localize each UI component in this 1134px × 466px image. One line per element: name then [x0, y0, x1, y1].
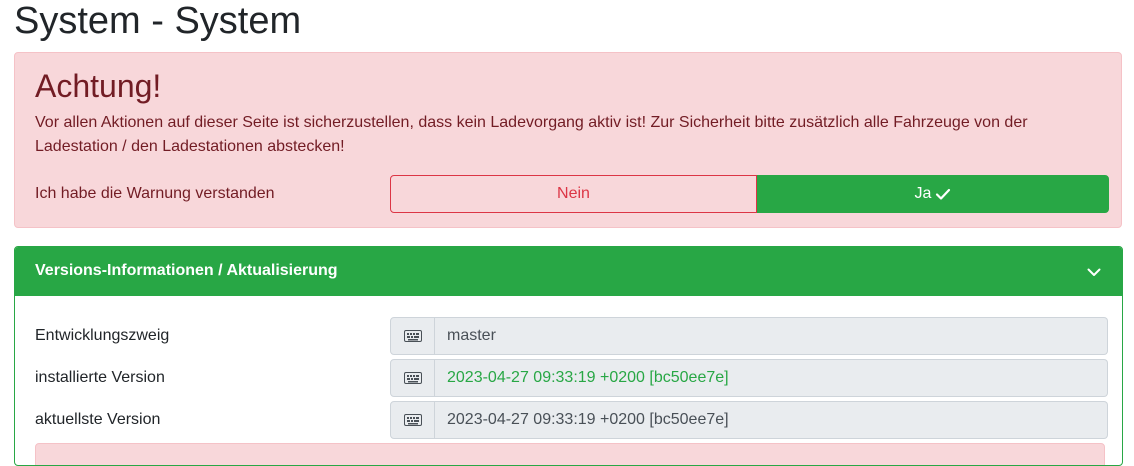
installed-version-label: installierte Version — [35, 369, 165, 386]
page-title: System - System — [14, 0, 302, 42]
versions-card-header[interactable]: Versions-Informationen / Aktualisierung — [15, 247, 1122, 296]
version-row-installed: installierte Version 2023-04-27 09:33:19… — [15, 359, 1122, 397]
branch-label: Entwicklungszweig — [35, 327, 170, 344]
installed-version-field[interactable]: 2023-04-27 09:33:19 +0200 [bc50ee7e] — [435, 359, 1108, 397]
installed-version-input-group: 2023-04-27 09:33:19 +0200 [bc50ee7e] — [390, 359, 1108, 397]
keyboard-icon — [390, 401, 435, 439]
warning-text: Vor allen Aktionen auf dieser Seite ist … — [35, 114, 1028, 155]
keyboard-icon — [390, 359, 435, 397]
warning-confirm-label: Ich habe die Warnung verstanden — [35, 185, 275, 202]
latest-version-label: aktuellste Version — [35, 411, 161, 428]
warning-heading: Achtung! — [35, 68, 162, 104]
versions-card-title: Versions-Informationen / Aktualisierung — [35, 262, 338, 279]
chevron-down-icon[interactable] — [1086, 264, 1102, 280]
no-button[interactable]: Nein — [390, 175, 757, 213]
warning-confirm-toggle: Nein Ja — [390, 175, 1109, 213]
branch-field[interactable]: master — [435, 317, 1108, 355]
checkmark-icon — [936, 188, 951, 200]
latest-version-field[interactable]: 2023-04-27 09:33:19 +0200 [bc50ee7e] — [435, 401, 1108, 439]
version-row-latest: aktuellste Version 2023-04-27 09:33:19 +… — [15, 401, 1122, 439]
version-row-branch: Entwicklungszweig master — [15, 317, 1122, 355]
branch-input-group: master — [390, 317, 1108, 355]
no-button-label: Nein — [557, 185, 590, 202]
update-alert — [35, 443, 1105, 465]
warning-alert: Achtung! Vor allen Aktionen auf dieser S… — [14, 52, 1122, 228]
latest-version-input-group: 2023-04-27 09:33:19 +0200 [bc50ee7e] — [390, 401, 1108, 439]
keyboard-icon — [390, 317, 435, 355]
yes-button[interactable]: Ja — [757, 175, 1109, 213]
versions-card: Versions-Informationen / Aktualisierung … — [14, 246, 1123, 466]
yes-button-label: Ja — [914, 185, 932, 202]
